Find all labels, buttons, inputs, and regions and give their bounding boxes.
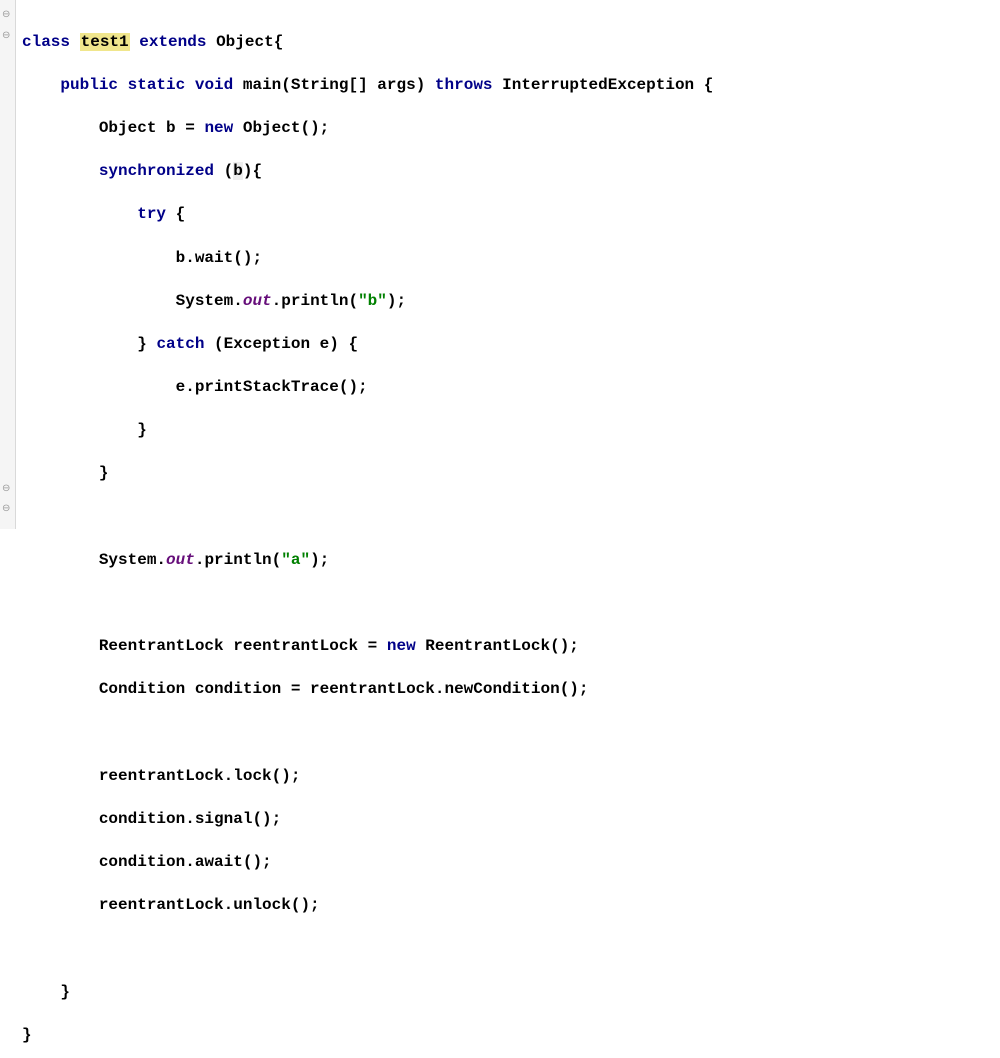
- code-line: }: [22, 420, 713, 442]
- code-content[interactable]: class test1 extends Object{ public stati…: [16, 0, 713, 529]
- fold-icon[interactable]: ⊖: [2, 32, 10, 42]
- code-line: reentrantLock.lock();: [22, 766, 713, 788]
- code-editor[interactable]: ⊖ ⊖ ⊖ ⊖ class test1 extends Object{ publ…: [0, 0, 1000, 529]
- code-line: [22, 507, 713, 529]
- code-line: [22, 593, 713, 615]
- class-name-highlight: test1: [80, 33, 130, 51]
- code-line: Object b = new Object();: [22, 118, 713, 140]
- code-line: ReentrantLock reentrantLock = new Reentr…: [22, 636, 713, 658]
- code-line: System.out.println("b");: [22, 291, 713, 313]
- code-line: public static void main(String[] args) t…: [22, 75, 713, 97]
- code-line: b.wait();: [22, 248, 713, 270]
- code-line: }: [22, 982, 713, 1004]
- fold-icon[interactable]: ⊖: [2, 11, 10, 21]
- fold-icon[interactable]: ⊖: [2, 485, 10, 495]
- code-line: }: [22, 1025, 713, 1047]
- code-line: condition.await();: [22, 852, 713, 874]
- code-line: e.printStackTrace();: [22, 377, 713, 399]
- code-line: reentrantLock.unlock();: [22, 895, 713, 917]
- code-line: } catch (Exception e) {: [22, 334, 713, 356]
- code-line: synchronized (b){: [22, 161, 713, 183]
- sync-variable-highlight: b: [233, 162, 243, 180]
- fold-icon[interactable]: ⊖: [2, 505, 10, 515]
- editor-gutter: ⊖ ⊖ ⊖ ⊖: [0, 0, 16, 529]
- code-line: condition.signal();: [22, 809, 713, 831]
- code-line: }: [22, 463, 713, 485]
- code-line: Condition condition = reentrantLock.newC…: [22, 679, 713, 701]
- code-line: class test1 extends Object{: [22, 32, 713, 54]
- code-line: [22, 939, 713, 961]
- code-line: [22, 723, 713, 745]
- code-line: System.out.println("a");: [22, 550, 713, 572]
- code-line: try {: [22, 204, 713, 226]
